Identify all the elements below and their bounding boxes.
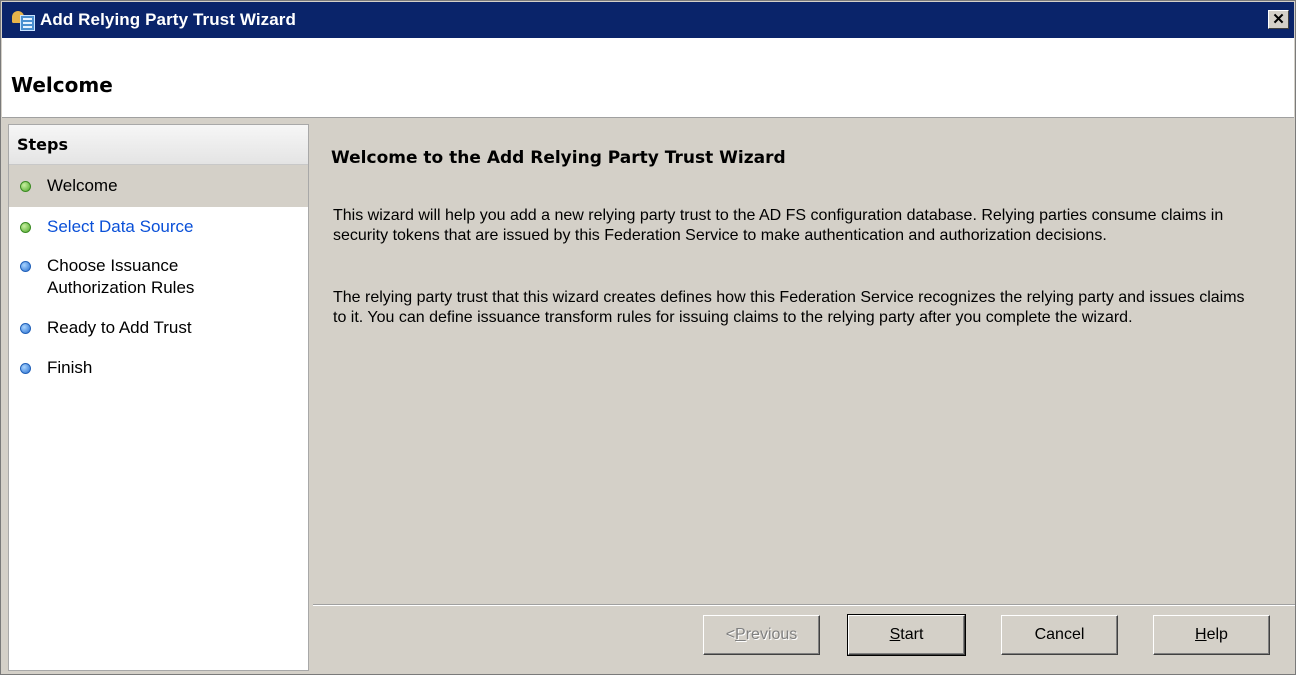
page-header: Welcome	[2, 38, 1294, 118]
window-title: Add Relying Party Trust Wizard	[40, 10, 296, 29]
close-button[interactable]: ✕	[1268, 10, 1289, 29]
step-pending-icon	[20, 323, 31, 334]
close-icon: ✕	[1272, 11, 1285, 28]
help-button[interactable]: Help	[1153, 615, 1270, 655]
step-pending-icon	[20, 261, 31, 272]
footer-separator	[313, 604, 1295, 606]
adfs-app-icon	[10, 7, 36, 33]
steps-panel: Steps Welcome Select Data Source Choose …	[8, 124, 309, 671]
page-title: Welcome	[11, 73, 113, 97]
step-choose-issuance-authorization-rules: Choose Issuance Authorization Rules	[9, 247, 308, 311]
intro-paragraph: This wizard will help you add a new rely…	[333, 207, 1224, 244]
step-label-line1: Choose Issuance	[47, 256, 179, 275]
previous-button[interactable]: < Previous	[703, 615, 820, 655]
step-label: Finish	[47, 358, 93, 377]
wizard-window: Add Relying Party Trust Wizard ✕ Welcome…	[0, 0, 1296, 675]
step-welcome: Welcome	[9, 165, 308, 207]
main-content: Welcome to the Add Relying Party Trust W…	[317, 124, 1295, 604]
step-done-icon	[20, 222, 31, 233]
start-button[interactable]: Start	[847, 614, 966, 656]
step-done-icon	[20, 181, 31, 192]
step-label: Ready to Add Trust	[47, 318, 192, 337]
step-pending-icon	[20, 363, 31, 374]
cancel-button[interactable]: Cancel	[1001, 615, 1118, 655]
step-label: Welcome	[47, 176, 118, 195]
content-heading: Welcome to the Add Relying Party Trust W…	[331, 148, 786, 168]
step-select-data-source[interactable]: Select Data Source	[9, 207, 308, 247]
step-label-line2: Authorization Rules	[47, 278, 195, 297]
description-paragraph: The relying party trust that this wizard…	[333, 289, 1245, 326]
step-finish: Finish	[9, 353, 308, 393]
steps-heading: Steps	[9, 125, 308, 165]
step-label: Select Data Source	[47, 217, 194, 236]
title-bar[interactable]: Add Relying Party Trust Wizard ✕	[2, 2, 1294, 38]
step-ready-to-add-trust: Ready to Add Trust	[9, 311, 308, 353]
